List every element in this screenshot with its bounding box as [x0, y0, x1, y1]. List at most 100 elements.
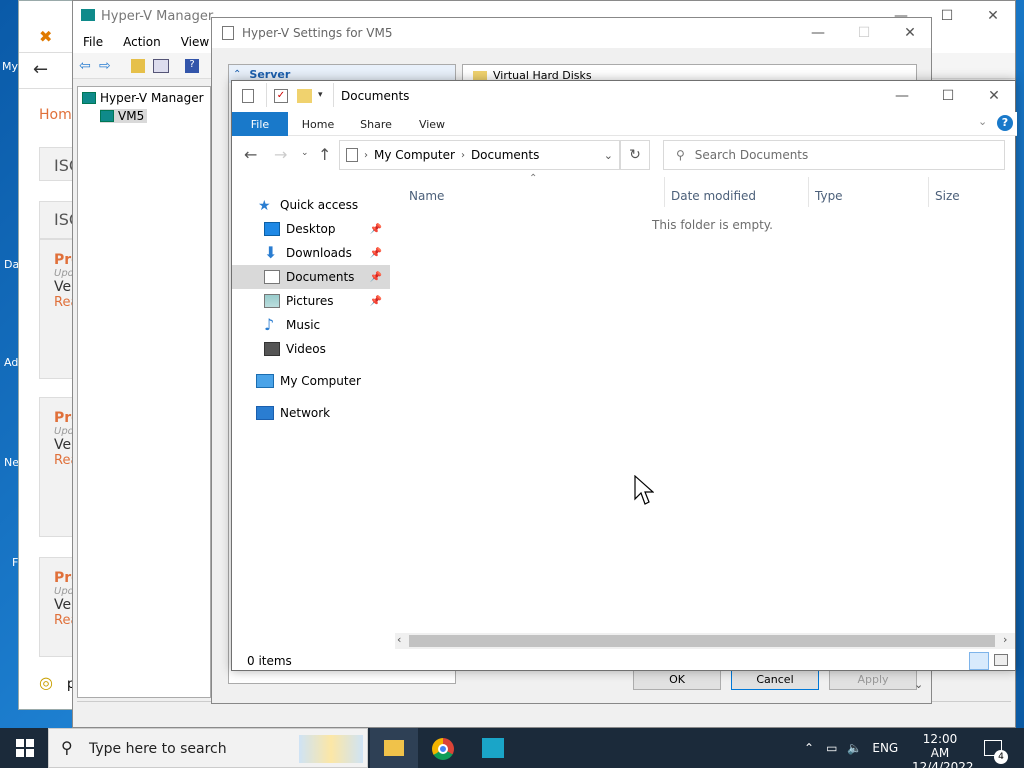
close-icon[interactable]: ✕ [971, 81, 1017, 111]
desktop-icon-label[interactable]: My [2, 60, 18, 73]
windows-start-icon[interactable] [16, 739, 34, 757]
chevron-down-icon[interactable]: ⌄ [914, 678, 923, 691]
desktop-icon-label[interactable]: Da [4, 258, 19, 271]
address-dropdown-icon[interactable]: ⌄ [604, 149, 613, 162]
hyperv-taskbar-icon[interactable] [482, 738, 504, 758]
ok-button[interactable]: OK [633, 668, 721, 690]
videos-icon [264, 342, 280, 356]
window-title: Hyper-V Manager [101, 8, 214, 24]
breadcrumb-chevron-icon: › [364, 149, 368, 161]
browser-tab-icon[interactable]: ✖ [39, 27, 52, 46]
address-bar[interactable]: › My Computer › Documents ⌄ [339, 140, 620, 170]
download-icon: ⬇ [264, 243, 278, 262]
settings-icon [222, 26, 234, 40]
desktop-icon-label[interactable]: Ne [4, 456, 19, 469]
dialog-title: Documents [341, 89, 410, 103]
column-header-type[interactable]: Type [815, 183, 843, 209]
search-input[interactable]: ⚲ Search Documents [663, 140, 1005, 170]
minimize-icon[interactable]: — [879, 81, 925, 111]
taskbar-search-input[interactable]: ⚲ Type here to search [48, 728, 368, 768]
desktop-icon-label[interactable]: Ad [4, 356, 18, 369]
file-explorer-icon [384, 740, 404, 756]
pin-icon[interactable]: 📌 [370, 248, 382, 259]
chrome-icon[interactable] [432, 738, 454, 760]
forward-icon[interactable]: ⇨ [99, 58, 111, 74]
notification-badge: 4 [994, 750, 1008, 764]
sidebar-item-music[interactable]: ♪ Music [232, 313, 390, 337]
language-indicator[interactable]: ENG [872, 741, 898, 755]
scroll-left-icon[interactable]: ‹ [397, 633, 401, 646]
tab-view[interactable]: View [404, 112, 460, 136]
desktop-icon [264, 222, 280, 236]
sidebar-item-downloads[interactable]: ⬇ Downloads 📌 [232, 241, 390, 265]
tab-home[interactable]: Home [290, 112, 346, 136]
close-icon[interactable]: ✕ [970, 1, 1016, 31]
scrollbar-thumb[interactable] [409, 635, 995, 647]
column-header-size[interactable]: Size [935, 183, 960, 209]
navigation-bar: ← → ⌄ ↑ › My Computer › Documents ⌄ ↻ ⚲ … [232, 139, 1017, 173]
pictures-icon [264, 294, 280, 308]
minimize-icon[interactable]: — [795, 18, 841, 48]
chevron-up-icon: ⌃ [233, 68, 242, 80]
scroll-right-icon[interactable]: › [1003, 633, 1007, 646]
cancel-button[interactable]: Cancel [731, 668, 819, 690]
chevron-up-icon[interactable]: ⌃ [804, 741, 814, 755]
tree-item-hyperv-manager[interactable]: Hyper-V Manager [82, 91, 204, 105]
file-dialog: ✓ ▾ Documents — ☐ ✕ File Home Share View… [231, 80, 1017, 671]
expand-ribbon-icon[interactable]: ⌄ [978, 115, 987, 128]
horizontal-scrollbar[interactable]: ‹ › [395, 633, 1015, 649]
recent-locations-icon[interactable]: ⌄ [301, 148, 309, 158]
item-count: 0 items [247, 654, 292, 668]
pin-icon[interactable]: 📌 [370, 224, 382, 235]
network-icon[interactable]: ▭ [826, 741, 837, 755]
clock[interactable]: 12:00 AM 12/4/2022 [912, 732, 974, 768]
sidebar-item-quick-access[interactable]: ★ Quick access [232, 193, 390, 217]
music-icon: ♪ [264, 315, 275, 334]
pin-icon[interactable]: 📌 [370, 272, 382, 283]
search-highlight-image [299, 735, 363, 763]
documents-icon [346, 148, 358, 162]
empty-folder-message: This folder is empty. [652, 218, 773, 232]
mouse-cursor-icon [634, 475, 654, 505]
up-arrow-icon[interactable]: ↑ [318, 145, 331, 164]
back-arrow-icon[interactable]: ← [244, 145, 257, 164]
sidebar-item-desktop[interactable]: Desktop 📌 [232, 217, 390, 241]
back-icon[interactable]: ⇦ [79, 58, 91, 74]
maximize-icon[interactable]: ☐ [925, 81, 971, 111]
breadcrumb-documents[interactable]: Documents [471, 148, 539, 162]
pin-icon[interactable]: 📌 [370, 296, 382, 307]
taskbar: ⚲ Type here to search ⌃ ▭ 🔈 ENG 12:00 AM… [0, 728, 1024, 768]
properties-icon[interactable] [242, 89, 254, 103]
file-explorer-taskbar-button[interactable] [370, 728, 418, 768]
folder-up-icon[interactable] [131, 59, 145, 73]
close-icon[interactable]: ✕ [887, 18, 933, 48]
show-hide-icon[interactable] [153, 59, 169, 73]
large-icons-view-icon[interactable] [994, 654, 1008, 666]
tab-share[interactable]: Share [348, 112, 404, 136]
help-icon[interactable]: ? [997, 115, 1013, 131]
breadcrumb-my-computer[interactable]: My Computer [374, 148, 455, 162]
back-arrow-icon[interactable]: ← [33, 59, 48, 80]
checklist-icon[interactable]: ✓ [274, 89, 288, 103]
cd-icon: ◎ [39, 673, 53, 692]
menu-action[interactable]: Action [113, 35, 171, 49]
volume-icon[interactable]: 🔈 [847, 741, 862, 755]
quick-access-dropdown-icon[interactable]: ▾ [318, 90, 323, 100]
sidebar-item-my-computer[interactable]: My Computer [232, 369, 390, 393]
sidebar-item-network[interactable]: Network [232, 401, 390, 425]
tree-item-vm5[interactable]: VM5 [100, 109, 148, 123]
column-header-date-modified[interactable]: Date modified [671, 183, 756, 209]
column-header-name[interactable]: Name [409, 183, 444, 209]
ribbon-tabs: File Home Share View ⌄ ? [232, 112, 1017, 136]
hyperv-icon [81, 9, 95, 21]
details-view-icon[interactable] [969, 652, 989, 670]
refresh-button[interactable]: ↻ [620, 140, 650, 170]
sidebar-item-documents[interactable]: Documents 📌 [232, 265, 390, 289]
sidebar-item-pictures[interactable]: Pictures 📌 [232, 289, 390, 313]
folder-icon [473, 70, 487, 81]
help-icon[interactable]: ? [185, 59, 199, 73]
sidebar-item-videos[interactable]: Videos [232, 337, 390, 361]
menu-file[interactable]: File [73, 35, 113, 49]
new-folder-icon[interactable] [297, 89, 312, 103]
tab-file[interactable]: File [232, 112, 288, 136]
